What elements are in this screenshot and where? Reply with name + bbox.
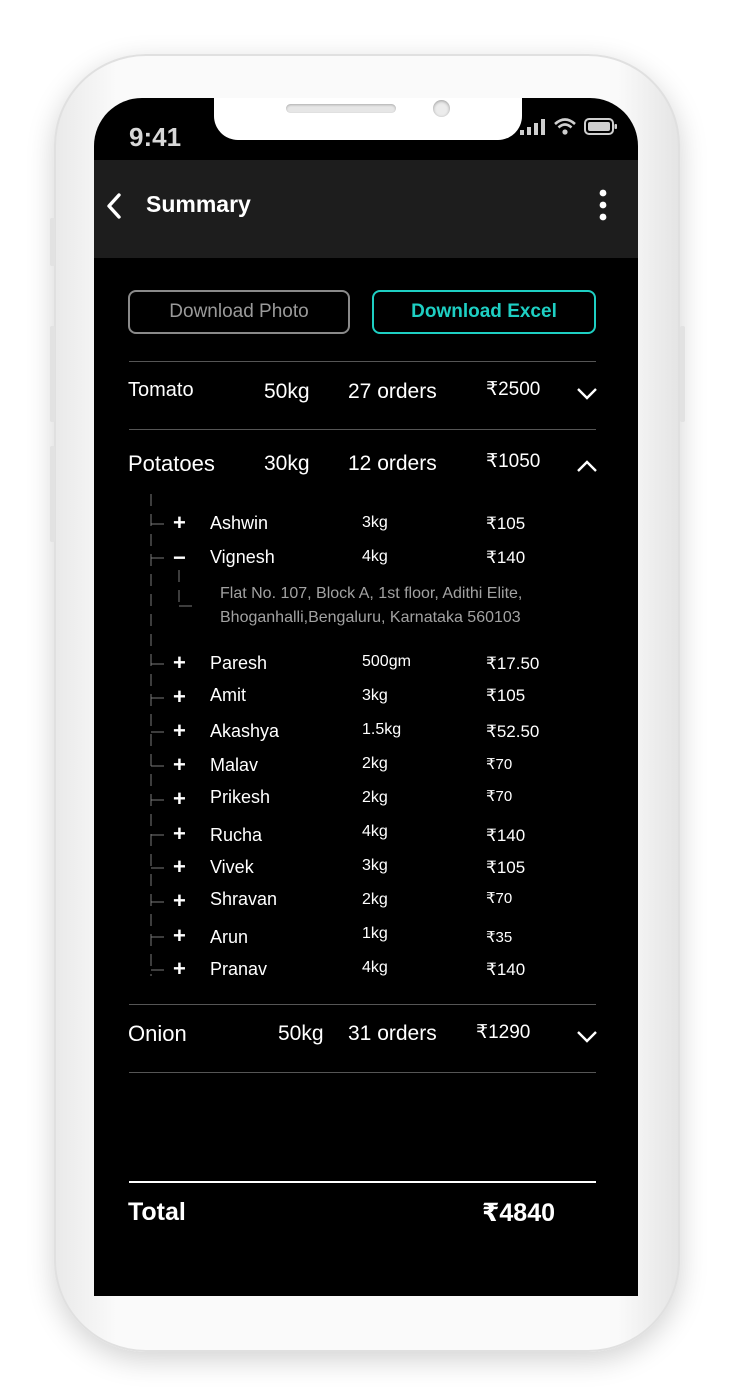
customer-quantity: 4kg [362, 548, 388, 565]
customer-quantity: 4kg [362, 959, 388, 976]
product-amount: ₹1290 [476, 1022, 531, 1043]
customer-name: Malav [210, 755, 259, 775]
customer-name: Arun [210, 927, 249, 947]
product-quantity: 50kg [278, 1022, 324, 1045]
customer-quantity: 3kg [362, 857, 388, 874]
customer-price: ₹70 [486, 890, 513, 907]
product-orders: 12 orders [348, 452, 437, 475]
customer-quantity: 2kg [362, 755, 388, 772]
product-orders: 31 orders [348, 1022, 437, 1045]
customer-name: Rucha [210, 825, 263, 845]
product-quantity: 50kg [264, 380, 310, 403]
product-amount: ₹2500 [486, 379, 541, 400]
signal-icon [520, 118, 545, 135]
status-icons [520, 118, 618, 135]
customer-quantity: 1.5kg [362, 721, 402, 738]
front-camera [433, 100, 450, 117]
expand-icon[interactable]: + [173, 684, 186, 710]
product-name: Potatoes [128, 451, 215, 476]
expand-icon[interactable]: + [173, 854, 186, 880]
divider [129, 1072, 596, 1073]
expand-icon[interactable]: + [173, 923, 186, 949]
volume-down-button [50, 446, 55, 542]
customer-name: Ashwin [210, 513, 269, 533]
customer-quantity: 3kg [362, 687, 388, 704]
customer-price: ₹70 [486, 788, 513, 805]
speaker [286, 104, 396, 113]
customer-name: Vivek [210, 857, 254, 877]
collapse-icon[interactable]: − [173, 545, 186, 571]
total-divider [129, 1181, 596, 1183]
download-excel-button[interactable]: Download Excel [372, 290, 596, 334]
customer-price: ₹140 [486, 960, 526, 979]
back-arrow-icon[interactable] [104, 192, 124, 220]
expand-icon[interactable]: + [173, 956, 186, 982]
customer-name: Vignesh [210, 547, 275, 567]
customer-quantity: 2kg [362, 891, 388, 908]
product-name: Onion [128, 1021, 187, 1046]
battery-icon [584, 118, 617, 135]
download-photo-button[interactable]: Download Photo [128, 290, 350, 334]
customer-name: Amit [210, 685, 246, 705]
status-time: 9:41 [129, 122, 182, 152]
page-title: Summary [146, 191, 251, 217]
address-line-1: Flat No. 107, Block A, 1st floor, Adithi… [220, 585, 523, 602]
customer-name: Akashya [210, 721, 280, 741]
chevron-down-icon[interactable] [576, 1030, 598, 1044]
customer-price: ₹140 [486, 826, 526, 845]
product-amount: ₹1050 [486, 451, 541, 472]
power-button [680, 326, 685, 422]
chevron-up-icon[interactable] [576, 459, 598, 473]
customer-price: ₹17.50 [486, 654, 540, 673]
customer-price: ₹105 [486, 686, 526, 705]
customer-price: ₹70 [486, 756, 513, 773]
divider [129, 429, 596, 430]
customer-quantity: 500gm [362, 653, 411, 670]
product-name: Tomato [128, 379, 194, 401]
total-value: ₹4840 [482, 1199, 556, 1227]
more-options-icon[interactable] [596, 188, 610, 224]
expand-icon[interactable]: + [173, 888, 186, 914]
expand-icon[interactable]: + [173, 821, 186, 847]
customer-name: Prikesh [210, 787, 271, 807]
customer-name: Pranav [210, 959, 268, 979]
divider [129, 1004, 596, 1005]
customer-price: ₹35 [486, 929, 513, 946]
expand-icon[interactable]: + [173, 718, 186, 744]
customer-price: ₹105 [486, 858, 526, 877]
divider [129, 361, 596, 362]
expand-icon[interactable]: + [173, 752, 186, 778]
customer-quantity: 2kg [362, 789, 388, 806]
customer-quantity: 4kg [362, 823, 388, 840]
total-label: Total [128, 1198, 186, 1226]
customer-price: ₹52.50 [486, 722, 540, 741]
customer-name: Paresh [210, 653, 268, 673]
customer-quantity: 1kg [362, 925, 388, 942]
customer-name: Shravan [210, 889, 278, 909]
mute-switch [50, 218, 55, 266]
expand-icon[interactable]: + [173, 510, 186, 536]
customer-price: ₹140 [486, 548, 526, 567]
address-line-2: Bhoganhalli,Bengaluru, Karnataka 560103 [220, 609, 521, 626]
product-quantity: 30kg [264, 452, 310, 475]
wifi-icon [554, 118, 576, 135]
product-orders: 27 orders [348, 380, 437, 403]
chevron-down-icon[interactable] [576, 387, 598, 401]
expand-icon[interactable]: + [173, 786, 186, 812]
volume-up-button [50, 326, 55, 422]
customer-quantity: 3kg [362, 514, 388, 531]
customer-price: ₹105 [486, 514, 526, 533]
expand-icon[interactable]: + [173, 650, 186, 676]
